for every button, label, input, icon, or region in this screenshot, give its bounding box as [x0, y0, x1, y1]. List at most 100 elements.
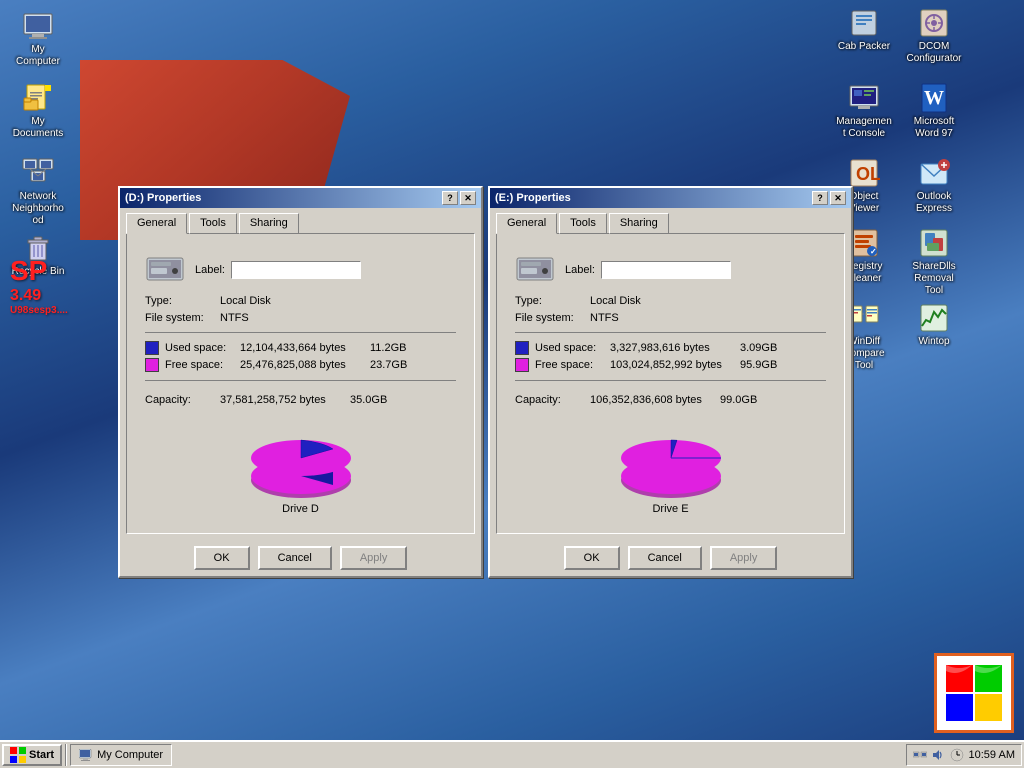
windows-logo-icon	[10, 747, 26, 763]
dialog-d-free-row: Free space: 25,476,825,088 bytes 23.7GB	[145, 358, 456, 372]
sharedlls-label: ShareDlls Removal Tool	[906, 261, 962, 297]
dialog-e-body: Label: Type: Local Disk File system: NTF…	[507, 244, 834, 523]
desktop-icon-wintop[interactable]: Wintop	[904, 300, 964, 350]
dialog-e-free-size: 95.9GB	[740, 359, 777, 371]
dialog-e-apply-button[interactable]: Apply	[710, 546, 778, 570]
dialog-e-label-row: Label:	[565, 261, 731, 279]
dialog-e-pie-chart	[606, 418, 736, 498]
desktop-icon-my-computer[interactable]: My Computer	[8, 8, 68, 70]
taskbar-tray: 10:59 AM	[906, 744, 1022, 766]
dialog-d-titlebar: (D:) Properties ? ✕	[120, 188, 481, 208]
dialog-e-free-row: Free space: 103,024,852,992 bytes 95.9GB	[515, 358, 826, 372]
taskbar: Start My Computer	[0, 740, 1024, 768]
dialog-e-capacity-label: Capacity:	[515, 394, 590, 406]
dialog-d-free-bytes: 25,476,825,088 bytes	[240, 359, 370, 371]
dialog-e-help-button[interactable]: ?	[812, 191, 828, 205]
dialog-e-ok-button[interactable]: OK	[564, 546, 620, 570]
dialog-d-header-row: Label:	[145, 252, 456, 287]
dialog-e-free-color	[515, 358, 529, 372]
dialog-d-used-row: Used space: 12,104,433,664 bytes 11.2GB	[145, 341, 456, 355]
dialog-d-label-input[interactable]	[231, 261, 361, 279]
management-console-label: Management Console	[836, 116, 892, 140]
dialog-e-cancel-button[interactable]: Cancel	[628, 546, 702, 570]
dialog-e-type-value: Local Disk	[590, 295, 641, 307]
svg-text:✓: ✓	[870, 247, 877, 256]
desktop-icon-network[interactable]: Network Neighborhood	[8, 155, 68, 229]
sharedlls-icon	[918, 227, 950, 259]
cab-packer-icon	[848, 7, 880, 39]
dialog-d-tab-general[interactable]: General	[126, 213, 187, 234]
dialog-e-content: Label: Type: Local Disk File system: NTF…	[496, 233, 845, 534]
network-icon	[22, 157, 54, 189]
taskbar-separator	[65, 744, 67, 766]
desktop-icon-sharedlls[interactable]: ShareDlls Removal Tool	[904, 225, 964, 299]
my-documents-icon	[22, 82, 54, 114]
dialog-d-tab-tools[interactable]: Tools	[189, 213, 237, 234]
dialog-e-close-button[interactable]: ✕	[830, 191, 846, 205]
my-computer-icon	[22, 10, 54, 42]
dialog-d-help-button[interactable]: ?	[442, 191, 458, 205]
dialog-e-label-input[interactable]	[601, 261, 731, 279]
dialog-e-free-bytes: 103,024,852,992 bytes	[610, 359, 740, 371]
dialog-e-used-row: Used space: 3,327,983,616 bytes 3.09GB	[515, 341, 826, 355]
dialog-d-used-bytes: 12,104,433,664 bytes	[240, 342, 370, 354]
my-computer-label: My Computer	[10, 44, 66, 68]
dialog-d-type-label: Type:	[145, 295, 220, 307]
volume-tray-icon	[931, 748, 945, 762]
dialog-d-capacity-row: Capacity: 37,581,258,752 bytes 35.0GB	[145, 389, 456, 406]
management-console-icon	[848, 82, 880, 114]
dialog-d-ok-button[interactable]: OK	[194, 546, 250, 570]
dialog-e-fs-value: NTFS	[590, 312, 619, 324]
dcom-label: DCOM Configurator	[906, 41, 962, 65]
dialog-d-tab-sharing[interactable]: Sharing	[239, 213, 299, 234]
start-button[interactable]: Start	[2, 744, 62, 766]
dialog-e-tabs: General Tools Sharing	[490, 208, 851, 233]
dialog-e-tab-sharing[interactable]: Sharing	[609, 213, 669, 234]
dialog-e-used-label: Used space:	[535, 342, 610, 354]
desktop-icon-cab-packer[interactable]: Cab Packer	[834, 5, 894, 55]
dialog-e-used-size: 3.09GB	[740, 342, 777, 354]
dialog-d-type-row: Type: Local Disk	[145, 295, 456, 307]
desktop-icon-my-documents[interactable]: My Documents	[8, 80, 68, 142]
dialog-e-drive-label: Drive E	[652, 503, 688, 515]
dialog-e-used-color	[515, 341, 529, 355]
dialog-e-fs-label: File system:	[515, 312, 590, 324]
desktop-icon-management-console[interactable]: Management Console	[834, 80, 894, 142]
desktop-icon-word[interactable]: W Microsoft Word 97	[904, 80, 964, 142]
dialog-d-used-color	[145, 341, 159, 355]
object-viewer-icon: OLE	[848, 157, 880, 189]
desktop-icon-dcom[interactable]: DCOM Configurator	[904, 5, 964, 67]
dialog-d-title: (D:) Properties	[125, 192, 201, 204]
network-tray-icon	[913, 748, 927, 762]
dialog-d-titlebar-buttons: ? ✕	[442, 191, 476, 205]
dialog-d-close-button[interactable]: ✕	[460, 191, 476, 205]
dialog-d-capacity-label: Capacity:	[145, 394, 220, 406]
dialog-e-capacity-bytes: 106,352,836,608 bytes	[590, 394, 720, 406]
word-label: Microsoft Word 97	[906, 116, 962, 140]
svg-text:OLE: OLE	[856, 164, 880, 184]
dialog-e-buttons: OK Cancel Apply	[490, 540, 851, 576]
dialog-e-tab-general[interactable]: General	[496, 213, 557, 234]
dialog-d-buttons: OK Cancel Apply	[120, 540, 481, 576]
dialog-d-apply-button[interactable]: Apply	[340, 546, 408, 570]
taskbar-item-my-computer[interactable]: My Computer	[70, 744, 172, 766]
windows98-logo	[934, 653, 1014, 733]
dialog-e-capacity-size: 99.0GB	[720, 394, 757, 406]
dialog-e-properties: (E:) Properties ? ✕ General Tools Sharin…	[488, 186, 853, 578]
dialog-e-tab-tools[interactable]: Tools	[559, 213, 607, 234]
clock-tray-icon	[949, 748, 965, 762]
taskbar-computer-icon	[79, 749, 93, 761]
desktop: My Computer My Documents	[0, 0, 1024, 768]
cab-packer-label: Cab Packer	[838, 41, 890, 53]
taskbar-item-label: My Computer	[97, 749, 163, 761]
dialog-e-fs-row: File system: NTFS	[515, 312, 826, 324]
dialog-e-drive-icon	[515, 252, 555, 287]
dialog-e-title: (E:) Properties	[495, 192, 571, 204]
desktop-icon-outlook[interactable]: Outlook Express	[904, 155, 964, 217]
dialog-d-cancel-button[interactable]: Cancel	[258, 546, 332, 570]
dialog-d-free-label: Free space:	[165, 359, 240, 371]
svg-text:W: W	[924, 87, 944, 109]
dialog-e-used-bytes: 3,327,983,616 bytes	[610, 342, 740, 354]
dialog-d-used-size: 11.2GB	[370, 342, 407, 354]
dialog-d-capacity-size: 35.0GB	[350, 394, 387, 406]
